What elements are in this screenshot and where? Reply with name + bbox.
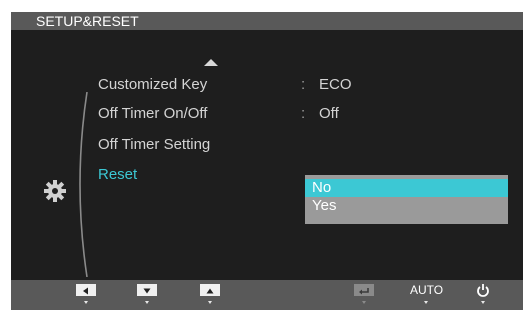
left-triangle-icon xyxy=(83,287,88,295)
option-label: Yes xyxy=(312,197,337,214)
up-arrow-key[interactable] xyxy=(200,284,220,296)
auto-key[interactable]: AUTO xyxy=(410,283,443,297)
key-indicator xyxy=(481,301,485,304)
value-text: Off xyxy=(319,105,339,122)
key-indicator xyxy=(208,301,212,304)
key-indicator xyxy=(84,301,88,304)
enter-key[interactable] xyxy=(354,284,374,296)
value-separator: : xyxy=(301,76,306,93)
menu-item-off-timer-setting[interactable]: Off Timer Setting xyxy=(98,136,210,154)
down-arrow-key[interactable] xyxy=(137,284,157,296)
dropdown-option-yes[interactable]: Yes xyxy=(305,197,508,215)
page-title: SETUP&RESET xyxy=(36,13,139,29)
menu-item-off-timer-on-off[interactable]: Off Timer On/Off xyxy=(98,105,207,123)
bracket-decoration xyxy=(79,92,88,277)
osd-menu: SETUP&RESET Customized Key : ECO Off Time… xyxy=(11,12,523,280)
dropdown-option-no[interactable]: No xyxy=(305,179,508,197)
menu-value-customized-key: : ECO xyxy=(301,76,352,94)
up-triangle-icon xyxy=(206,288,214,294)
scroll-up-icon[interactable] xyxy=(204,59,218,66)
left-arrow-key[interactable] xyxy=(76,284,96,296)
key-indicator xyxy=(362,301,366,304)
menu-item-customized-key[interactable]: Customized Key xyxy=(98,76,207,94)
enter-icon xyxy=(359,288,369,295)
reset-dropdown: No Yes xyxy=(305,175,508,224)
osd-body: Customized Key : ECO Off Timer On/Off : Of… xyxy=(11,30,523,280)
option-label: No xyxy=(312,179,332,196)
osd-header: SETUP&RESET xyxy=(11,12,523,30)
menu-value-off-timer-on-off: : Off xyxy=(301,105,339,123)
menu-item-reset[interactable]: Reset xyxy=(98,166,137,184)
down-triangle-icon xyxy=(143,288,151,294)
gear-icon xyxy=(44,180,66,202)
value-text: ECO xyxy=(319,76,352,93)
bottom-key-bar: AUTO xyxy=(11,280,523,310)
key-indicator xyxy=(145,301,149,304)
power-icon[interactable] xyxy=(476,283,490,297)
key-indicator xyxy=(424,301,428,304)
value-separator: : xyxy=(301,105,306,122)
